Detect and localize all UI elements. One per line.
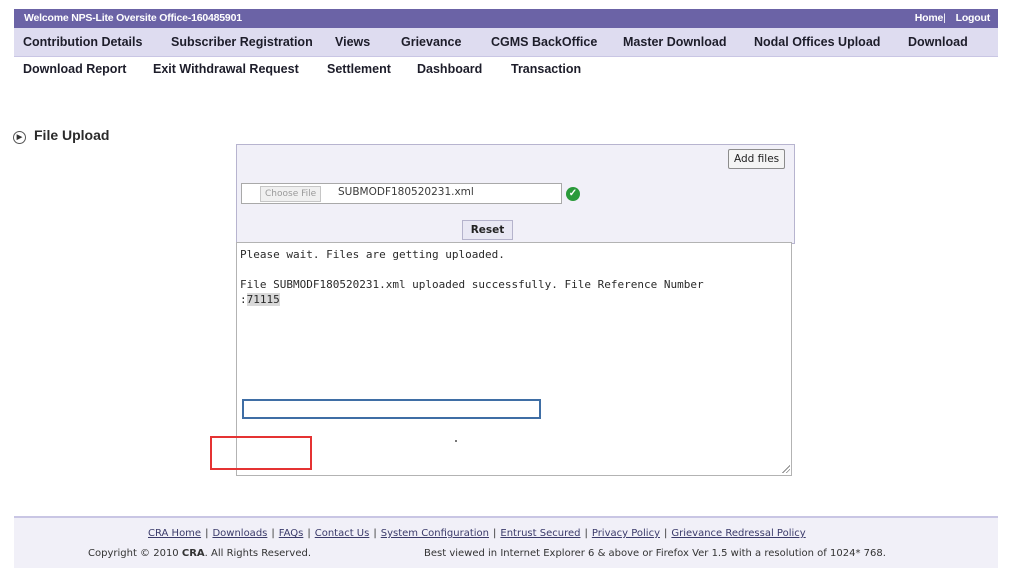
menu-download[interactable]: Download [908,35,968,49]
log-line: :71115 [240,292,788,307]
menu-nodal-offices-upload[interactable]: Nodal Offices Upload [754,35,880,49]
copyright-suffix: . All Rights Reserved. [204,548,312,559]
home-link[interactable]: Home [915,12,944,24]
menu-views[interactable]: Views [335,35,370,49]
page-title: ▶ File Upload [13,127,109,144]
choose-file-button[interactable]: Choose File [260,186,322,202]
footer-separator: | [373,528,377,539]
footer-link-cra-home[interactable]: CRA Home [148,528,201,539]
selected-file-name: SUBMODF180520231.xml [338,186,474,198]
log-line: File SUBMODF180520231.xml uploaded succe… [240,278,704,291]
footer: CRA Home | Downloads | FAQs | Contact Us | Syste… [14,516,998,568]
log-blank-line [240,262,788,277]
menu-download-report[interactable]: Download Report [23,62,126,76]
main-menu: Contribution Details Subscriber Registra… [14,28,998,57]
footer-link-faqs[interactable]: FAQs [279,528,304,539]
page-title-text: File Upload [34,127,110,143]
footer-separator: | [493,528,497,539]
footer-link-system-configuration[interactable]: System Configuration [381,528,489,539]
file-input[interactable]: Choose File SUBMODF180520231.xml [241,183,562,204]
success-check-icon: ✓ [566,187,580,201]
footer-link-privacy-policy[interactable]: Privacy Policy [592,528,660,539]
footer-link-entrust-secured[interactable]: Entrust Secured [500,528,580,539]
footer-links: CRA Home | Downloads | FAQs | Contact Us | Syste… [148,528,806,539]
add-files-button[interactable]: Add files [728,149,786,169]
footer-link-downloads[interactable]: Downloads [212,528,267,539]
top-link-separator: | [943,12,946,24]
top-bar: Welcome NPS-Lite Oversite Office-1604859… [14,9,998,28]
menu-dashboard[interactable]: Dashboard [417,62,482,76]
logout-link[interactable]: Logout [956,12,991,24]
copyright-brand: CRA [181,548,205,559]
chevron-right-circle-icon: ▶ [13,131,26,144]
copyright-text: Copyright © 2010 CRA. All Rights Reserve… [88,548,311,559]
footer-separator: | [307,528,311,539]
highlight-box-red [210,436,312,470]
footer-separator: | [205,528,209,539]
upload-log-textarea[interactable]: Please wait. Files are getting uploaded.… [236,242,792,476]
footer-link-contact-us[interactable]: Contact Us [315,528,370,539]
menu-cgms-backoffice[interactable]: CGMS BackOffice [491,35,597,49]
footer-separator: | [584,528,588,539]
menu-transaction[interactable]: Transaction [511,62,581,76]
menu-grievance[interactable]: Grievance [401,35,461,49]
menu-contribution-details[interactable]: Contribution Details [23,35,142,49]
top-links: Home| Logout [915,12,990,24]
log-colon: : [240,293,247,306]
menu-subscriber-registration[interactable]: Subscriber Registration [171,35,313,49]
menu-exit-withdrawal-request[interactable]: Exit Withdrawal Request [153,62,299,76]
log-line: Please wait. Files are getting uploaded. [240,248,505,261]
welcome-text: Welcome NPS-Lite Oversite Office-1604859… [24,12,242,24]
cursor-dot [455,440,457,442]
resize-handle-icon[interactable] [781,464,790,473]
footer-separator: | [271,528,275,539]
menu-master-download[interactable]: Master Download [623,35,727,49]
footer-link-grievance-redressal-policy[interactable]: Grievance Redressal Policy [671,528,805,539]
footer-separator: | [664,528,668,539]
menu-settlement[interactable]: Settlement [327,62,391,76]
reset-button[interactable]: Reset [462,220,513,240]
highlight-box-blue [242,399,541,419]
secondary-menu: Download Report Exit Withdrawal Request … [14,57,998,79]
file-reference-number: 71115 [246,293,280,306]
browser-note: Best viewed in Internet Explorer 6 & abo… [424,548,886,559]
copyright-prefix: Copyright © 2010 [88,548,182,559]
